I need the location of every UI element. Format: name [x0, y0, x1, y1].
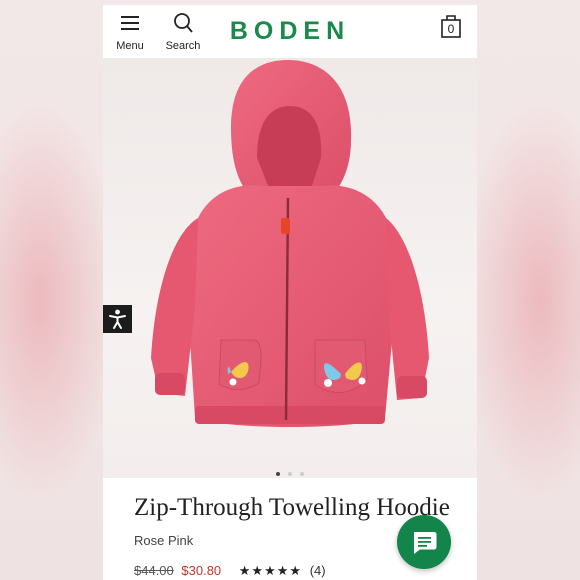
shopping-bag-button[interactable]: 0 — [441, 13, 463, 39]
rating-stars[interactable]: ★★★★★ — [239, 563, 302, 578]
carousel-dot-3[interactable] — [300, 472, 305, 476]
price-row: $44.00 $30.80 ★★★★★ (4) — [134, 563, 326, 579]
carousel-dot-1[interactable] — [275, 472, 280, 476]
product-colour: Rose Pink — [134, 533, 194, 548]
hoodie-image — [151, 60, 429, 427]
mobile-page: Menu Search BODEN 0 Zip-Through Towellin… — [103, 0, 477, 580]
original-price: $44.00 — [134, 563, 174, 578]
review-count[interactable]: (4) — [310, 563, 326, 578]
site-header: Menu Search BODEN 0 — [103, 0, 477, 58]
carousel-dot-2[interactable] — [288, 472, 292, 476]
product-image[interactable] — [103, 58, 477, 478]
brand-logo[interactable]: BODEN — [103, 17, 477, 46]
sale-price: $30.80 — [181, 563, 222, 578]
chat-icon — [414, 532, 437, 554]
accessibility-button[interactable] — [103, 305, 132, 333]
bag-count: 0 — [447, 22, 455, 36]
carousel-indicators — [103, 463, 477, 481]
accessibility-icon — [109, 309, 126, 329]
chat-button[interactable] — [397, 515, 451, 569]
